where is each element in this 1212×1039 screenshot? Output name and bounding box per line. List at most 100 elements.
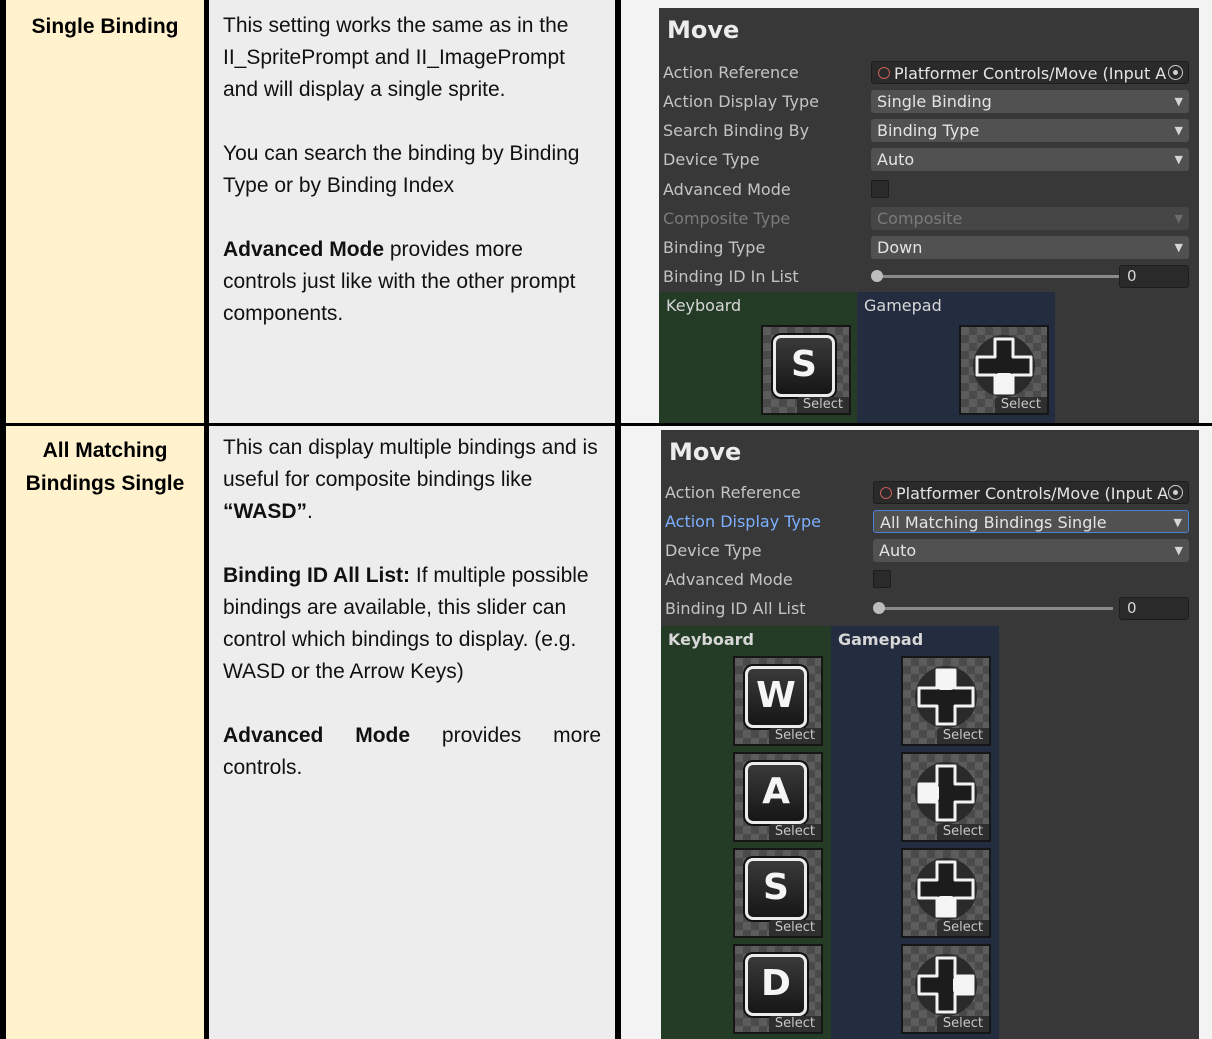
description-text: This setting works the same as in the II…: [223, 14, 569, 101]
row-label-cell: All Matching Bindings Single: [6, 426, 204, 1039]
field-value: All Matching Bindings Single: [880, 513, 1107, 532]
select-button[interactable]: Select: [994, 397, 1047, 413]
dropdown-arrow-icon: ▼: [1174, 212, 1183, 225]
inspector-panel: Move Action Reference Platformer Control…: [661, 430, 1199, 1039]
binding-id-slider[interactable]: [873, 275, 1119, 278]
field-row-action-reference: Action Reference Platformer Controls/Mov…: [659, 60, 1199, 86]
field-label: Composite Type: [663, 209, 791, 228]
sprite-preview[interactable]: Select: [901, 752, 991, 842]
keyboard-preview-panel: Keyboard W Select A Select S Select D Se…: [661, 626, 831, 1039]
description-paragraph: Binding ID All List: If multiple possibl…: [223, 560, 601, 688]
field-label: Device Type: [665, 541, 762, 560]
field-value: Auto: [877, 150, 915, 169]
sprite-preview[interactable]: S Select: [761, 325, 851, 415]
description-paragraph: You can search the binding by Binding Ty…: [223, 138, 601, 202]
field-row-binding-type: Binding Type Down ▼: [659, 235, 1199, 261]
advanced-mode-checkbox[interactable]: [871, 180, 889, 198]
dropdown-arrow-icon: ▼: [1174, 544, 1183, 557]
field-label: Action Reference: [663, 63, 799, 82]
field-value: Platformer Controls/Move (Input A: [894, 64, 1167, 83]
input-action-icon: [878, 67, 890, 79]
device-type-dropdown[interactable]: Auto ▼: [871, 148, 1189, 171]
dpad-up-icon: [915, 666, 977, 728]
field-row-composite-type: Composite Type Composite ▼: [659, 206, 1199, 232]
action-display-type-dropdown[interactable]: Single Binding ▼: [871, 90, 1189, 113]
sprite-preview[interactable]: D Select: [733, 944, 823, 1034]
description-text: This can display multiple bindings and i…: [223, 436, 598, 491]
dpad-down-icon: [973, 335, 1035, 397]
select-button[interactable]: Select: [936, 824, 989, 840]
sprite-preview[interactable]: Select: [901, 848, 991, 938]
sprite-preview[interactable]: Select: [959, 325, 1049, 415]
key-s-icon: S: [745, 858, 807, 920]
description-bold-term: “WASD”: [223, 500, 307, 523]
key-d-icon: D: [745, 954, 807, 1016]
select-button[interactable]: Select: [768, 920, 821, 936]
device-type-dropdown[interactable]: Auto ▼: [873, 539, 1189, 562]
field-row-search-binding-by: Search Binding By Binding Type ▼: [659, 118, 1199, 144]
field-row-action-reference: Action Reference Platformer Controls/Mov…: [661, 480, 1199, 506]
key-s-icon: S: [773, 335, 835, 397]
action-reference-field[interactable]: Platformer Controls/Move (Input A: [871, 61, 1189, 84]
field-row-device-type: Device Type Auto ▼: [661, 538, 1199, 564]
field-label: Action Display Type: [665, 512, 822, 531]
inspector-title: Move: [669, 438, 742, 466]
key-w-icon: W: [745, 666, 807, 728]
advanced-mode-checkbox[interactable]: [873, 570, 891, 588]
composite-type-dropdown: Composite ▼: [871, 207, 1189, 230]
slider-handle[interactable]: [871, 270, 883, 282]
field-label: Binding Type: [663, 238, 766, 257]
field-label: Action Reference: [665, 483, 801, 502]
row-description-cell: This setting works the same as in the II…: [209, 0, 615, 423]
select-button[interactable]: Select: [768, 728, 821, 744]
field-value: Platformer Controls/Move (Input A: [896, 484, 1169, 503]
field-value: Composite: [877, 209, 963, 228]
action-reference-field[interactable]: Platformer Controls/Move (Input A: [873, 481, 1189, 504]
gamepad-preview-panel: Gamepad Select: [857, 292, 1055, 423]
binding-id-number-field[interactable]: 0: [1119, 597, 1189, 620]
field-row-binding-id-all-list: Binding ID All List 0: [661, 596, 1199, 622]
select-button[interactable]: Select: [936, 728, 989, 744]
row-label-line: Single Binding: [31, 15, 179, 38]
object-picker-icon[interactable]: [1168, 485, 1183, 500]
field-value: Down: [877, 238, 923, 257]
dpad-right-icon: [915, 954, 977, 1016]
binding-id-number-field[interactable]: 0: [1119, 265, 1189, 288]
sprite-preview[interactable]: Select: [901, 656, 991, 746]
binding-type-dropdown[interactable]: Down ▼: [871, 236, 1189, 259]
key-a-icon: A: [745, 762, 807, 824]
select-button[interactable]: Select: [768, 1016, 821, 1032]
select-button[interactable]: Select: [936, 1016, 989, 1032]
keyboard-label: Keyboard: [668, 630, 754, 649]
select-button[interactable]: Select: [936, 920, 989, 936]
gamepad-preview-panel: Gamepad Select Select Select Select: [831, 626, 999, 1039]
screenshot-cell: Move Action Reference Platformer Control…: [621, 426, 1212, 1039]
dropdown-arrow-icon: ▼: [1174, 153, 1183, 166]
sprite-preview[interactable]: S Select: [733, 848, 823, 938]
field-label: Device Type: [663, 150, 760, 169]
row-label-line: All Matching: [42, 439, 168, 462]
select-button[interactable]: Select: [796, 397, 849, 413]
field-label: Binding ID All List: [665, 599, 806, 618]
field-row-device-type: Device Type Auto ▼: [659, 147, 1199, 173]
sprite-preview[interactable]: A Select: [733, 752, 823, 842]
dpad-left-icon: [915, 762, 977, 824]
binding-id-all-slider[interactable]: [875, 607, 1113, 610]
sprite-preview[interactable]: W Select: [733, 656, 823, 746]
dpad-down-icon: [915, 858, 977, 920]
description-text: You can search the binding by Binding Ty…: [223, 142, 580, 197]
field-row-action-display-type: Action Display Type Single Binding ▼: [659, 89, 1199, 115]
search-binding-by-dropdown[interactable]: Binding Type ▼: [871, 119, 1189, 142]
field-value: Binding Type: [877, 121, 980, 140]
sprite-preview[interactable]: Select: [901, 944, 991, 1034]
select-button[interactable]: Select: [768, 824, 821, 840]
object-picker-icon[interactable]: [1168, 65, 1183, 80]
description-bold-term: Advanced Mode: [223, 238, 385, 261]
field-label: Action Display Type: [663, 92, 820, 111]
description-paragraph: Advanced Mode provides more controls jus…: [223, 234, 601, 330]
field-value: Auto: [879, 541, 917, 560]
slider-handle[interactable]: [873, 602, 885, 614]
field-label: Advanced Mode: [665, 570, 793, 589]
action-display-type-dropdown[interactable]: All Matching Bindings Single ▼: [873, 510, 1189, 533]
field-label: Advanced Mode: [663, 180, 791, 199]
